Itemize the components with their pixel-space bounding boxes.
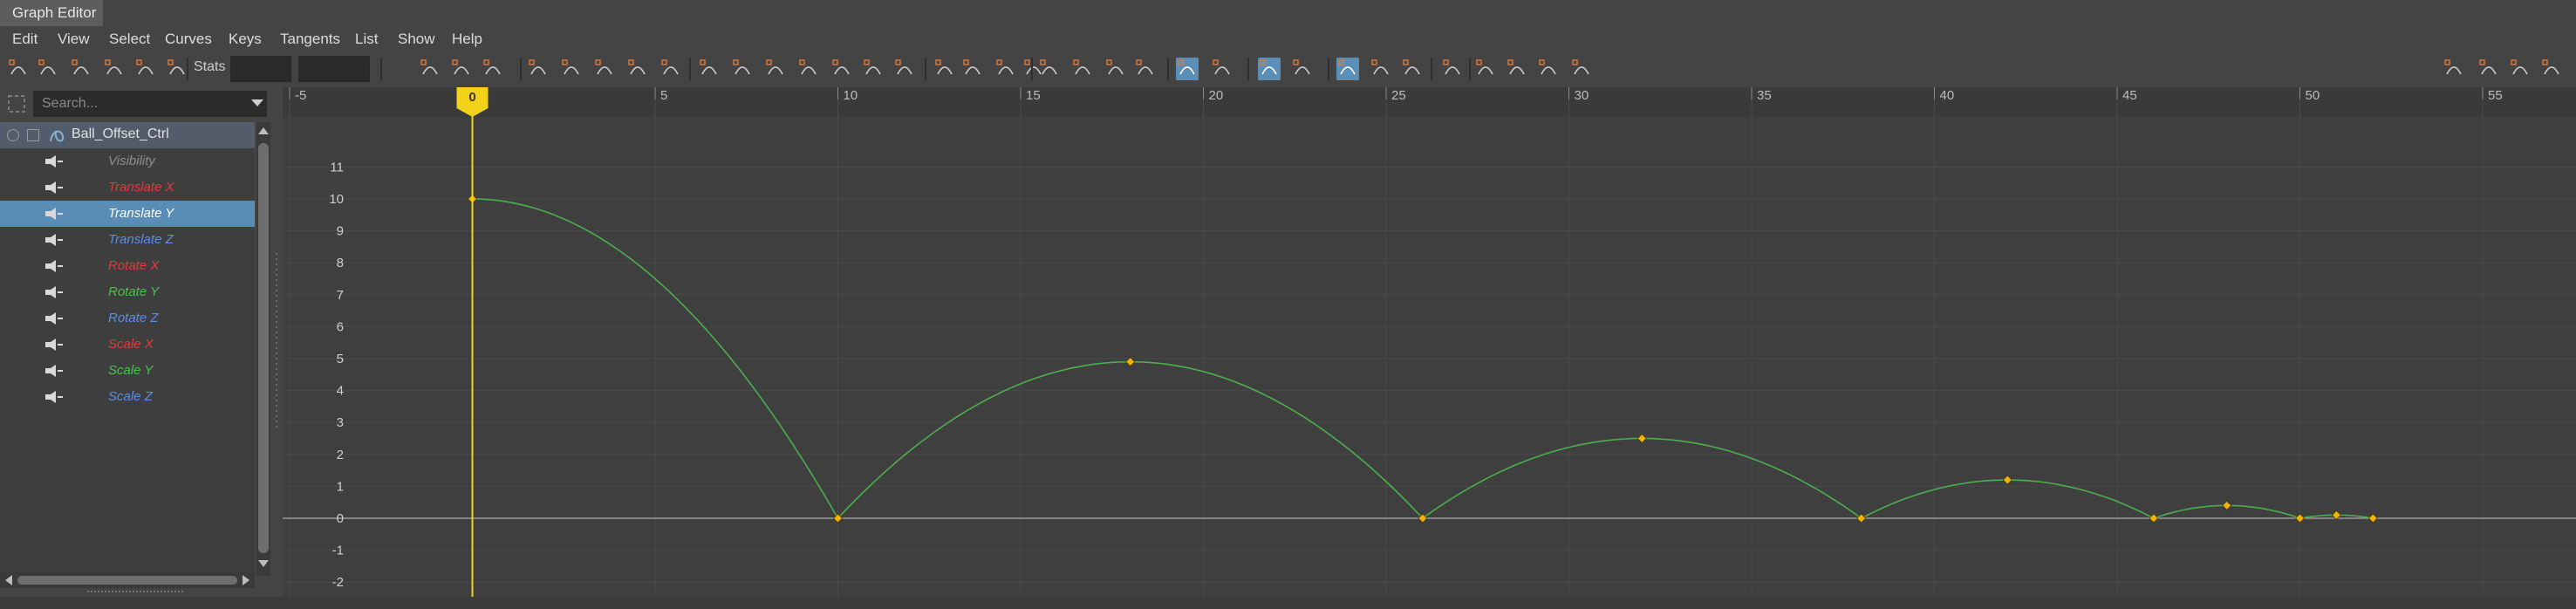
splitter-dot: [276, 358, 277, 359]
splitter-dot: [276, 379, 277, 380]
splitter-dot: [276, 347, 277, 349]
value-tick-label: 0: [337, 511, 344, 526]
splitter-dot: [276, 426, 277, 428]
time-ruler: [283, 87, 2576, 117]
value-tick-label: -1: [332, 544, 344, 558]
splitter-dot: [276, 253, 277, 255]
splitter-dot: [276, 389, 277, 391]
splitter-dot: [276, 295, 277, 297]
time-tick-label: 45: [2122, 88, 2137, 103]
time-tick-label: -5: [295, 88, 306, 103]
value-tick-label: 10: [329, 192, 344, 207]
value-tick-label: 11: [330, 160, 344, 174]
splitter-dot: [276, 326, 277, 328]
splitter-dot: [276, 352, 277, 354]
splitter-dot: [276, 394, 277, 396]
value-tick-label: -2: [332, 575, 344, 590]
current-frame-label: 0: [468, 90, 475, 105]
value-tick-label: 2: [337, 448, 344, 462]
time-tick-label: 25: [1391, 88, 1406, 103]
splitter-dot: [276, 258, 277, 260]
splitter-dot: [276, 274, 277, 276]
time-tick-label: 20: [1209, 88, 1224, 103]
graph-background: [283, 87, 2576, 597]
splitter-dot: [276, 300, 277, 302]
splitter-dot: [276, 405, 277, 407]
splitter-dot: [276, 279, 277, 281]
splitter-dot: [276, 321, 277, 323]
splitter-dot: [276, 368, 277, 370]
time-tick-label: 5: [660, 88, 667, 103]
splitter-dot: [276, 263, 277, 265]
splitter-dot: [276, 316, 277, 318]
value-tick-label: 5: [337, 352, 344, 366]
graph-view[interactable]: -5 5 10 15 20 25 30 35 40 45 50 5511109876543210-1-…: [0, 0, 2576, 609]
splitter-dot: [276, 410, 277, 412]
time-tick-label: 50: [2306, 88, 2320, 103]
time-tick-label: 30: [1575, 88, 1589, 103]
splitter-dot: [276, 363, 277, 365]
splitter-dot: [276, 269, 277, 270]
splitter-dot: [276, 305, 277, 307]
time-tick-label: 40: [1940, 88, 1955, 103]
time-tick-label: 35: [1757, 88, 1772, 103]
value-tick-label: 4: [337, 384, 344, 399]
splitter-dot: [276, 290, 277, 291]
value-tick-label: 1: [337, 479, 344, 494]
splitter-dot: [276, 415, 277, 417]
value-tick-label: 7: [337, 288, 344, 303]
value-tick-label: 3: [337, 415, 344, 430]
time-tick-label: 55: [2488, 88, 2503, 103]
splitter-dot: [276, 337, 277, 339]
time-tick-label: 10: [844, 88, 858, 103]
splitter-dot: [276, 332, 277, 333]
value-tick-label: 6: [337, 319, 344, 334]
bottom-strip: [0, 597, 2576, 609]
splitter-dot: [276, 400, 277, 401]
splitter-dot: [276, 311, 277, 312]
splitter-dot: [276, 373, 277, 375]
time-tick-label: 15: [1026, 88, 1041, 103]
splitter-dot: [276, 342, 277, 344]
value-tick-label: 8: [337, 256, 344, 270]
splitter-dot: [276, 421, 277, 422]
value-tick-label: 9: [337, 224, 344, 239]
splitter-dot: [276, 284, 277, 286]
splitter-dot: [276, 384, 277, 386]
